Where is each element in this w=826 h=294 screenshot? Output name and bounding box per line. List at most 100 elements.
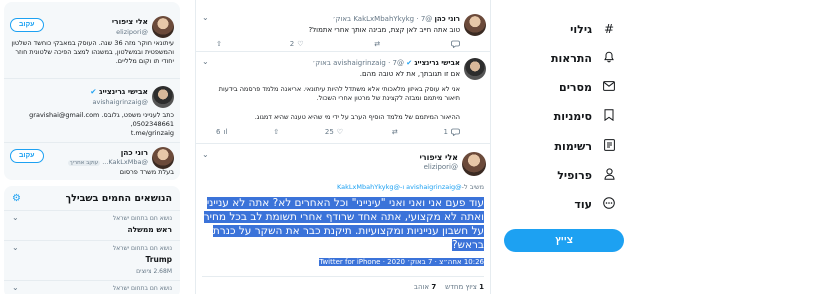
tweet-button[interactable]: צייץ — [504, 229, 624, 252]
retweet-icon: ⇄ — [374, 40, 381, 48]
nav-item-more[interactable]: עוד — [574, 193, 616, 215]
more-horizontal-icon[interactable]: ⌄ — [12, 213, 19, 222]
trend-category: נושא חם בתחום ישראל — [112, 285, 172, 292]
reply-icon — [451, 40, 460, 48]
avatar[interactable] — [464, 14, 486, 36]
reply-count: 1 — [443, 128, 448, 136]
tweet-text: אם זו תגובתך, את לא טובה מהם. — [359, 70, 460, 78]
divider — [4, 78, 180, 79]
share-icon: ⇧ — [216, 40, 222, 48]
person-handle[interactable]: @KakLxMba... — [102, 158, 148, 166]
verified-badge-icon: ✔ — [90, 87, 97, 96]
nav-item-label: גילוי — [570, 22, 592, 36]
avatar[interactable] — [152, 86, 174, 108]
tweet-text: טוב אתה חייב לאן קצת, מבינה אותך אחרי את… — [308, 26, 460, 34]
author-handle[interactable]: @elizipori — [424, 163, 458, 171]
avatar[interactable] — [152, 147, 174, 169]
trend-name: Trump — [145, 255, 172, 264]
nav-item-messages[interactable]: מסרים — [559, 76, 616, 98]
tweet[interactable]: אבישי גרינצייג ✔ @avishaigrinzaig · 7 בא… — [196, 52, 490, 144]
person-bio: כתב לענייני משפט, גלובס. gravishai@gmail… — [29, 111, 174, 128]
list-icon — [602, 138, 616, 154]
conversation-timeline: רוני כהן @KakLxMbahYkykg · 7 באוק׳ ⌄ טוב… — [195, 0, 491, 294]
retweet-button[interactable]: ⇄ — [371, 40, 380, 48]
like-count: 25 — [324, 128, 334, 136]
gear-icon[interactable]: ⚙ — [12, 193, 21, 204]
trend-item[interactable]: נושא חם בתחום ישראל ראש ממשלה ⌄ — [4, 210, 180, 240]
nav-item-profile[interactable]: פרופיל — [557, 164, 616, 186]
tweet[interactable]: רוני כהן @KakLxMbahYkykg · 7 באוק׳ ⌄ טוב… — [196, 0, 490, 52]
nav-item-explore[interactable]: # גילוי — [570, 18, 616, 40]
more-horizontal-icon[interactable]: ⌄ — [12, 243, 19, 252]
like-button[interactable]: ♡ 2 — [290, 40, 304, 48]
divider — [4, 142, 180, 143]
reply-to-prefix: משיב ל- — [461, 183, 484, 191]
author-name[interactable]: אבישי גרינצייג — [414, 59, 460, 67]
trend-name: ראש ממשלה — [127, 225, 172, 234]
avatar[interactable] — [462, 152, 486, 176]
person-icon — [602, 167, 616, 183]
retweet-button[interactable]: ⇄ — [389, 128, 398, 136]
tweet-stats: 1 ציוץ מחדש 7 אוהב — [414, 283, 484, 291]
heart-icon: ♡ — [336, 128, 344, 136]
more-horizontal-icon[interactable]: ⌄ — [12, 283, 19, 292]
analytics-icon: ıl — [223, 128, 228, 136]
person-name[interactable]: אבישי גרינצייג ✔ — [90, 87, 148, 96]
share-button[interactable]: ⇧ — [273, 128, 279, 136]
person-handle[interactable]: @elizipori — [116, 28, 148, 36]
nav-item-lists[interactable]: רשימות — [555, 135, 616, 157]
nav-item-label: התראות — [551, 51, 592, 65]
reply-icon — [451, 128, 460, 136]
primary-navigation: # גילוי התראות מסרים סימניות רשימות פרופ… — [496, 0, 626, 294]
reply-button[interactable]: 1 — [444, 128, 460, 136]
trend-category: נושא חם בתחום ישראל — [112, 245, 172, 252]
nav-item-label: עוד — [574, 197, 592, 211]
author-name[interactable]: רוני כהן — [435, 15, 460, 23]
person-handle[interactable]: @avishaigrinzaig — [93, 98, 148, 106]
tweet-actions: 1 ⇄ ♡ 25 ⇧ ıl 6 — [216, 128, 460, 136]
chevron-down-icon[interactable]: ⌄ — [202, 150, 209, 159]
person-handle-row: @KakLxMba... עוקב אחריך — [67, 158, 148, 166]
follows-you-badge: עוקב אחריך — [67, 160, 101, 166]
retweet-icon: ⇄ — [391, 128, 398, 136]
follow-button[interactable]: עקוב — [10, 18, 44, 32]
reply-to-handles[interactable]: @avishaigrinzaig ו-@KakLxMbahYkykg — [337, 183, 462, 191]
chevron-down-icon[interactable]: ⌄ — [202, 57, 209, 66]
tweet-header: רוני כהן @KakLxMbahYkykg · 7 באוק׳ — [332, 15, 460, 23]
likes-stat[interactable]: 7 אוהב — [414, 283, 436, 291]
trends-title: הנושאים החמים בשבילך — [65, 193, 172, 204]
person-bio: בעלת משרד פרסום — [119, 168, 174, 176]
person-name[interactable]: אלי ציפורי — [112, 17, 148, 26]
analytics-button[interactable]: ıl 6 — [216, 128, 227, 136]
reply-button[interactable] — [448, 40, 460, 48]
profile-link[interactable]: t.me/grinzaig — [10, 129, 174, 138]
nav-item-notifications[interactable]: התראות — [551, 47, 616, 69]
avatar[interactable] — [152, 16, 174, 38]
retweets-stat[interactable]: 1 ציוץ מחדש — [445, 283, 484, 291]
like-button[interactable]: ♡ 25 — [325, 128, 343, 136]
avatar[interactable] — [464, 58, 486, 80]
chevron-down-icon[interactable]: ⌄ — [202, 13, 209, 22]
trend-item[interactable]: נושא חם בתחום ישראל Trump 2.68M ציוצים ⌄ — [4, 240, 180, 280]
people-card: אלי ציפורי @elizipori עקוב עיתונאי חוקר … — [4, 2, 180, 180]
share-icon: ⇧ — [273, 128, 280, 136]
heart-icon: ♡ — [297, 40, 304, 48]
author-name[interactable]: אלי ציפורי — [419, 153, 458, 162]
nav-item-label: סימניות — [553, 109, 592, 123]
nav-item-bookmarks[interactable]: סימניות — [554, 105, 616, 127]
follow-button[interactable]: עקוב — [10, 149, 44, 163]
share-button[interactable]: ⇧ — [216, 40, 222, 48]
bookmark-icon — [602, 108, 616, 124]
person-bio: עיתונאי חוקר מזה 36 שנה. העוסק במאבקי כו… — [11, 39, 174, 65]
views-count: 6 — [216, 128, 221, 136]
person-name[interactable]: רוני כהן — [121, 148, 148, 157]
more-icon — [602, 196, 616, 212]
trend-category: נושא חם בתחום ישראל — [112, 215, 172, 222]
tweet-actions: ⇄ ♡ 2 ⇧ — [216, 40, 460, 48]
nav-item-label: רשימות — [554, 139, 592, 153]
divider — [202, 276, 484, 277]
trend-item[interactable]: נושא חם בתחום ישראל ⌄ — [4, 280, 180, 294]
main-tweet-text: עוד פעם אני ואני ואני "עינייני" וכל האחר… — [203, 197, 484, 251]
trend-count: 2.68M ציוצים — [136, 268, 172, 275]
nav-item-label: מסרים — [559, 80, 592, 94]
